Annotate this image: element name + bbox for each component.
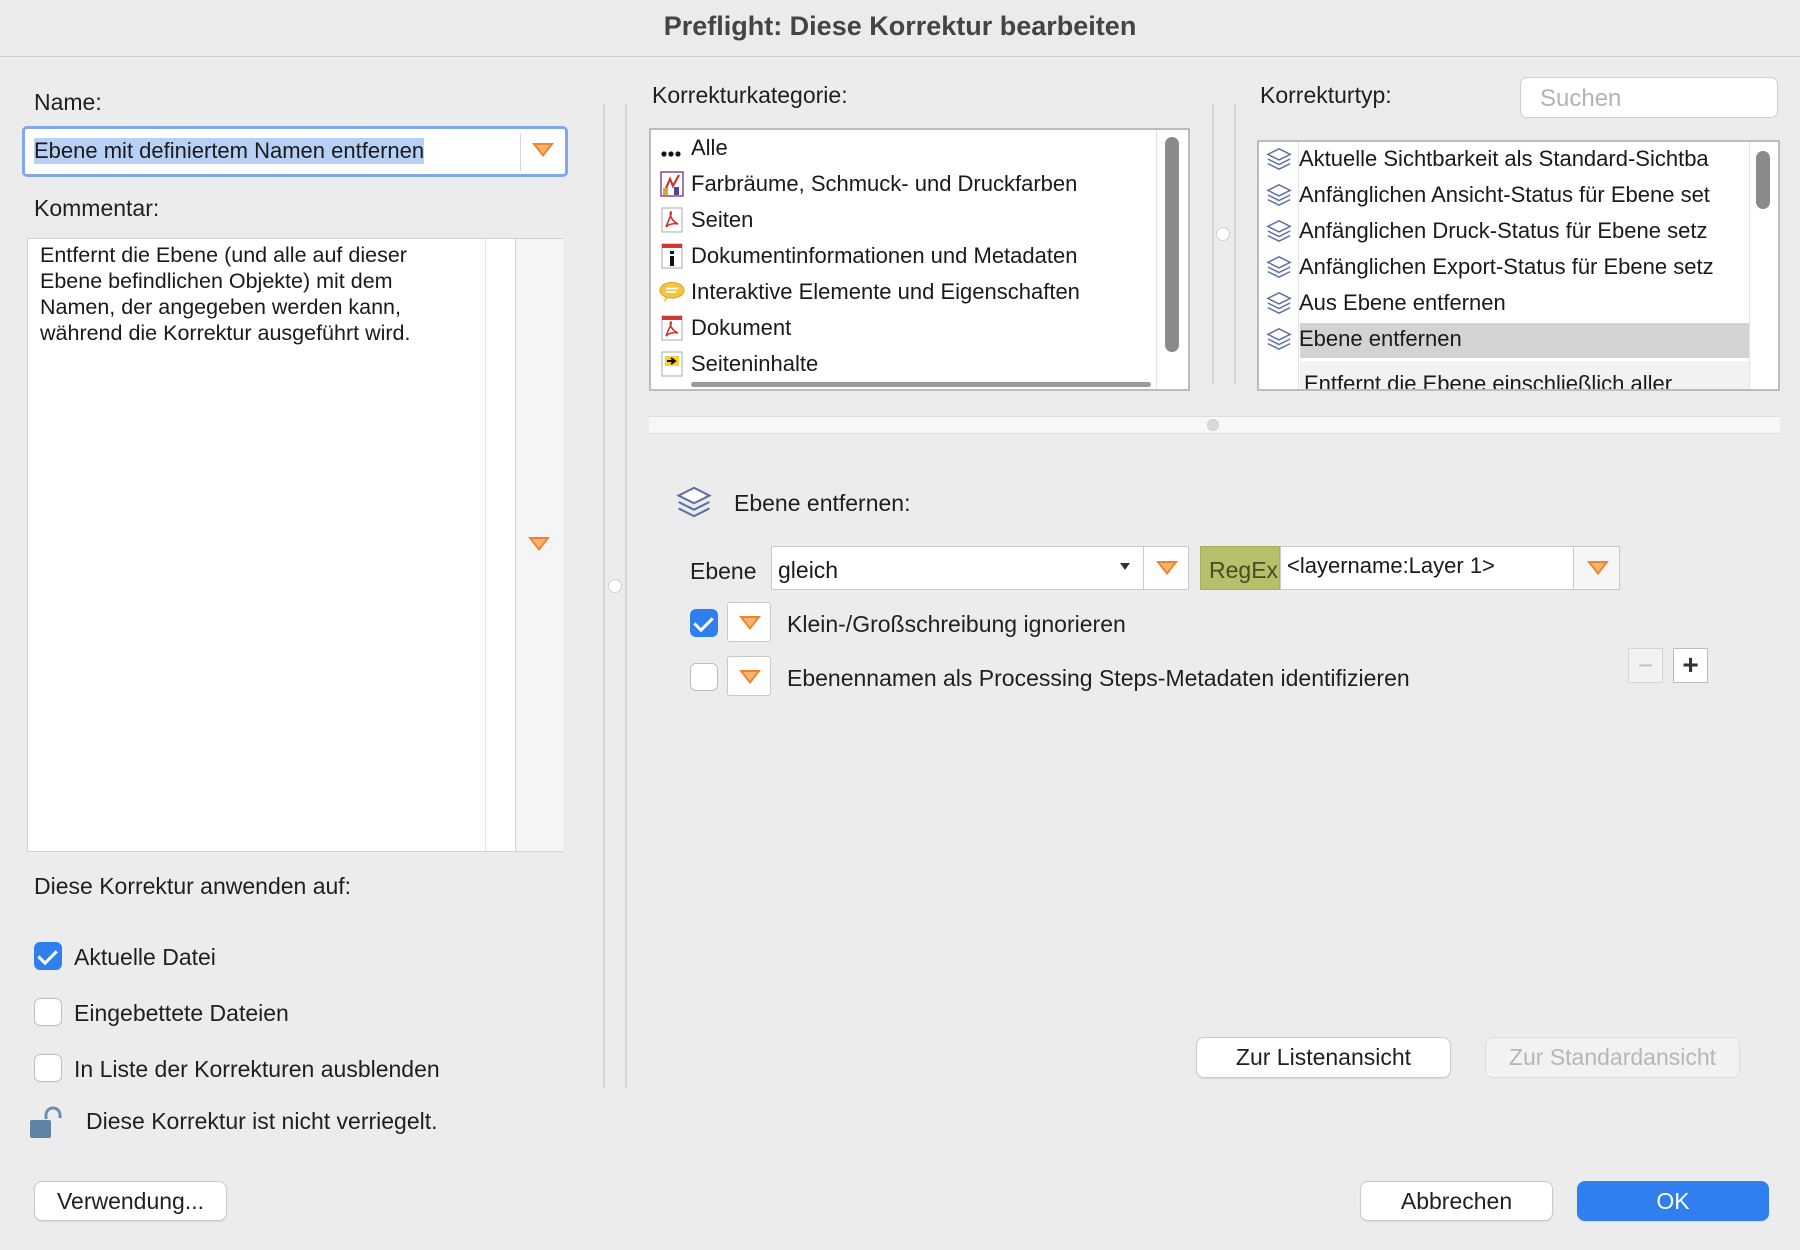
layers-icon	[1266, 255, 1292, 279]
pdf-page-icon	[661, 207, 683, 233]
disclosure-triangle-icon	[739, 670, 761, 684]
list-item[interactable]: Dokument	[651, 312, 1151, 343]
usage-button[interactable]: Verwendung...	[34, 1181, 227, 1221]
list-item-selected[interactable]: Ebene entfernen	[1259, 323, 1749, 354]
dots-icon	[661, 151, 681, 157]
description-row: Entfernt die Ebene einschließlich aller	[1300, 361, 1749, 391]
add-condition-button[interactable]: +	[1673, 648, 1708, 683]
pdf-document-icon	[661, 315, 683, 341]
window-title: Preflight: Diese Korrektur bearbeiten	[663, 11, 1137, 41]
name-field[interactable]: Ebene mit definiertem Namen entfernen	[34, 138, 425, 164]
ignore-case-menu-button[interactable]	[727, 602, 771, 642]
list-item[interactable]: Anfänglichen Ansicht-Status für Ebene se…	[1259, 179, 1749, 210]
layers-icon	[1266, 327, 1292, 351]
remove-condition-button[interactable]: −	[1628, 648, 1663, 683]
list-item[interactable]: Seiteninhalte	[651, 348, 1151, 379]
comment-textarea[interactable]: Entfernt die Ebene (und alle auf dieser …	[40, 242, 500, 346]
standard-view-button[interactable]: Zur Standardansicht	[1485, 1037, 1740, 1078]
category-list[interactable]: Alle Farbräume, Schmuck- und Druckfarben…	[649, 128, 1190, 391]
search-placeholder: Suchen	[1540, 85, 1622, 112]
list-item[interactable]: Dokumentinformationen und Metadaten	[651, 240, 1151, 271]
processing-steps-checkbox[interactable]	[690, 663, 718, 691]
page-content-icon	[661, 351, 683, 377]
name-combobox[interactable]: Ebene mit definiertem Namen entfernen	[22, 126, 568, 177]
processing-steps-menu-button[interactable]	[727, 656, 771, 696]
list-item[interactable]: Interaktive Elemente und Eigenschaften	[651, 276, 1151, 307]
comment-label: Kommentar:	[34, 195, 160, 221]
current-file-checkbox[interactable]	[34, 942, 62, 970]
ignore-case-checkbox[interactable]	[690, 609, 718, 637]
unlock-icon[interactable]	[28, 1106, 62, 1140]
splitter-line	[603, 104, 605, 1088]
disclosure-triangle-icon	[532, 143, 554, 157]
list-item[interactable]: Anfänglichen Druck-Status für Ebene setz	[1259, 215, 1749, 246]
list-item[interactable]: Aktuelle Sichtbarkeit als Standard-Sicht…	[1259, 143, 1749, 174]
search-input[interactable]: Suchen	[1520, 77, 1778, 118]
hide-in-list-label: In Liste der Korrekturen ausblenden	[74, 1056, 440, 1082]
ok-button[interactable]: OK	[1577, 1181, 1769, 1221]
comment-menu-button[interactable]	[515, 239, 563, 851]
operator-select[interactable]: gleich	[771, 546, 1144, 590]
name-menu-button[interactable]	[521, 129, 565, 174]
chevron-down-icon	[1120, 563, 1130, 570]
lock-status-text: Diese Korrektur ist nicht verriegelt.	[86, 1108, 438, 1134]
layers-icon	[676, 486, 712, 518]
splitter-line	[1234, 104, 1236, 384]
layers-icon	[1266, 291, 1292, 315]
operator-menu-button[interactable]	[1143, 546, 1189, 590]
type-scrollbar[interactable]	[1756, 151, 1770, 209]
splitter-line	[1212, 104, 1214, 384]
info-icon	[661, 243, 683, 269]
disclosure-triangle-icon	[1156, 561, 1178, 575]
regex-toggle[interactable]: RegEx	[1200, 546, 1280, 590]
embedded-files-checkbox[interactable]	[34, 998, 62, 1026]
category-scrollbar[interactable]	[1165, 137, 1179, 352]
splitter-handle[interactable]	[1216, 227, 1230, 241]
type-label: Korrekturtyp:	[1260, 82, 1392, 108]
category-label: Korrekturkategorie:	[652, 82, 848, 108]
list-item[interactable]: Alle	[651, 132, 1151, 163]
splitter-handle[interactable]	[1207, 419, 1219, 431]
value-text: <layername:Layer 1>	[1287, 553, 1495, 578]
list-item[interactable]: Anfänglichen Export-Status für Ebene set…	[1259, 251, 1749, 282]
layers-icon	[1266, 147, 1292, 171]
horizontal-splitter[interactable]	[649, 416, 1780, 434]
layers-icon	[1266, 219, 1292, 243]
layers-icon	[1266, 183, 1292, 207]
current-file-label: Aktuelle Datei	[74, 944, 216, 970]
list-view-button[interactable]: Zur Listenansicht	[1196, 1037, 1451, 1078]
value-input[interactable]: <layername:Layer 1>	[1280, 546, 1574, 590]
splitter-handle[interactable]	[608, 579, 622, 593]
category-hscrollbar[interactable]	[691, 382, 1151, 387]
type-list[interactable]: Aktuelle Sichtbarkeit als Standard-Sicht…	[1257, 140, 1780, 391]
value-menu-button[interactable]	[1573, 546, 1620, 590]
type-description: Entfernt die Ebene einschließlich aller	[1304, 371, 1673, 391]
comment-icon	[659, 282, 685, 303]
disclosure-triangle-icon	[739, 616, 761, 630]
list-item[interactable]: Aus Ebene entfernen	[1259, 287, 1749, 318]
list-item[interactable]: Farbräume, Schmuck- und Druckfarben	[651, 168, 1151, 199]
splitter-line	[625, 104, 627, 1088]
name-label: Name:	[34, 89, 102, 115]
operator-value: gleich	[778, 557, 839, 583]
hide-in-list-checkbox[interactable]	[34, 1054, 62, 1082]
disclosure-triangle-icon	[528, 537, 550, 551]
layer-label: Ebene	[690, 558, 757, 584]
detail-heading: Ebene entfernen:	[734, 490, 911, 516]
list-item[interactable]: Seiten	[651, 204, 1151, 235]
embedded-files-label: Eingebettete Dateien	[74, 1000, 289, 1026]
colorspace-icon	[660, 171, 684, 197]
regex-label: RegEx	[1209, 557, 1279, 583]
disclosure-triangle-icon	[1587, 561, 1609, 575]
apply-label: Diese Korrektur anwenden auf:	[34, 873, 352, 899]
ignore-case-label: Klein-/Großschreibung ignorieren	[787, 611, 1126, 637]
processing-steps-label: Ebenennamen als Processing Steps-Metadat…	[787, 665, 1410, 691]
cancel-button[interactable]: Abbrechen	[1360, 1181, 1553, 1221]
comment-box: Entfernt die Ebene (und alle auf dieser …	[27, 238, 563, 852]
